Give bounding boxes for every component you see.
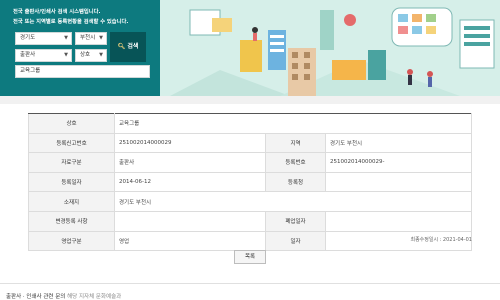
region-select[interactable]: 경기도 ▼ (15, 32, 72, 45)
row-value (325, 171, 472, 193)
row-label: 일자 (265, 230, 326, 252)
chevron-down-icon: ▼ (99, 35, 103, 41)
chevron-down-icon: ▼ (64, 35, 68, 41)
last-updated: 최종수정일시 : 2021-04-01 (410, 237, 472, 243)
region-select-value: 경기도 (20, 35, 36, 41)
footer: 출판사 · 인쇄사 관련 문의 해당 지자체 문화예술과 (6, 292, 121, 300)
table-row: 영업구분 영업 일자 (28, 230, 472, 252)
footer-title: 출판사 · 인쇄사 관련 문의 (6, 294, 66, 300)
search-button[interactable]: 🔍︎ 검색 (110, 32, 146, 62)
row-value (325, 210, 472, 232)
keyword-input[interactable]: 교육그룹 (15, 65, 150, 78)
search-button-label: 검색 (127, 43, 139, 50)
table-row: 등록신고번호 251002014000029 지역 경기도 부천시 (28, 132, 472, 154)
row-value: 251002014000029- (325, 152, 472, 173)
row-label: 등록신고번호 (28, 132, 115, 154)
row-value: 251002014000029 (114, 132, 266, 154)
row-value (114, 210, 266, 232)
row-value: 영업 (114, 230, 266, 252)
table-row: 상호 교육그룹 (28, 113, 472, 134)
city-select-value: 부천시 (80, 35, 96, 41)
row-label: 상호 (28, 113, 115, 134)
intro-line-2: 전국 또는 지역별로 등록현황을 검색할 수 있습니다. (13, 19, 129, 25)
type-select-value: 출판사 (20, 52, 36, 58)
city-select[interactable]: 부천시 ▼ (75, 32, 107, 45)
footer-sub: 해당 지자체 문화예술과 (67, 294, 122, 300)
row-label: 영업구분 (28, 230, 115, 252)
row-value: 경기도 부천시 (325, 132, 472, 154)
search-icon: 🔍︎ (117, 43, 126, 50)
sort-select[interactable]: 상호 ▼ (75, 49, 107, 62)
publisher-detail-table: 상호 교육그룹 등록신고번호 251002014000029 지역 경기도 부천… (28, 113, 472, 252)
row-label: 자료구분 (28, 152, 115, 173)
hero-banner: 전국 출판사/인쇄사 검색 시스템입니다. 전국 또는 지역별로 등록현황을 검… (0, 0, 500, 96)
type-select[interactable]: 출판사 ▼ (15, 49, 72, 62)
search-intro: 전국 출판사/인쇄사 검색 시스템입니다. 전국 또는 지역별로 등록현황을 검… (13, 7, 158, 27)
row-label: 등록청 (265, 171, 326, 193)
table-row: 소재지 경기도 부천시 (28, 191, 472, 212)
search-panel: 전국 출판사/인쇄사 검색 시스템입니다. 전국 또는 지역별로 등록현황을 검… (0, 0, 160, 96)
table-row: 자료구분 출판사 등록번호 251002014000029- (28, 152, 472, 173)
row-value: 출판사 (114, 152, 266, 173)
row-label: 폐업일자 (265, 210, 326, 232)
city-illustration (160, 0, 500, 96)
row-label: 지역 (265, 132, 326, 154)
row-value: 경기도 부천시 (114, 191, 472, 212)
table-row: 등록일자 2014-06-12 등록청 (28, 171, 472, 193)
table-row: 변경등록 사항 폐업일자 (28, 210, 472, 232)
row-label: 등록일자 (28, 171, 115, 193)
list-button[interactable]: 목록 (234, 250, 266, 264)
intro-line-1: 전국 출판사/인쇄사 검색 시스템입니다. (13, 9, 101, 15)
footer-divider (0, 283, 500, 284)
row-value: 2014-06-12 (114, 171, 266, 193)
section-divider (0, 96, 500, 104)
row-label: 변경등록 사항 (28, 210, 115, 232)
sort-select-value: 상호 (80, 52, 91, 58)
row-value: 교육그룹 (114, 113, 472, 134)
chevron-down-icon: ▼ (64, 52, 68, 58)
row-label: 소재지 (28, 191, 115, 212)
chevron-down-icon: ▼ (99, 52, 103, 58)
row-label: 등록번호 (265, 152, 326, 173)
